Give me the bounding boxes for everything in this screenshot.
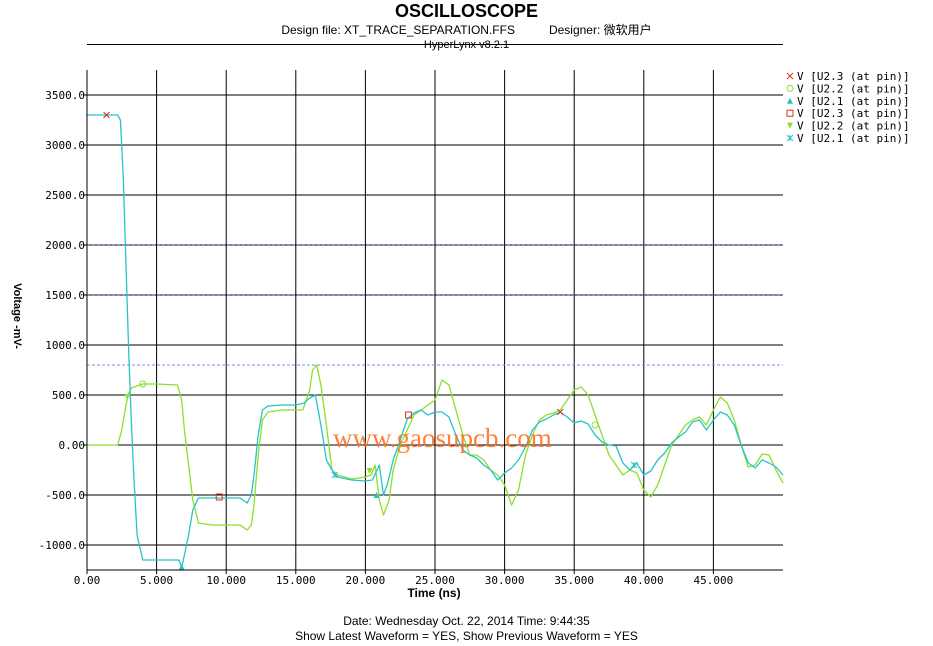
y-tick-label-5: 1000.0 [45, 339, 85, 352]
legend-marker-1 [786, 84, 794, 92]
y-axis-label: Voltage -mV- [11, 283, 23, 349]
tick-labels: 3500.0 3000.0 2500.0 2000.0 1500.0 1000.0 500.… [39, 89, 734, 587]
legend-marker-4 [787, 122, 793, 129]
legend-marker-3 [786, 109, 794, 117]
y-tick-label-1: 3000.0 [45, 139, 85, 152]
data-marker-2 [178, 564, 185, 570]
legend: V [U2.3 (at pin)]V [U2.2 (at pin)]V [U2.… [786, 70, 910, 145]
data-marker-10 [630, 461, 638, 469]
legend-marker-2 [787, 97, 793, 104]
data-marker-7 [591, 421, 599, 429]
legend-marker-0 [786, 72, 794, 80]
x-tick-label-4: 20.000 [346, 574, 386, 587]
x-tick-label-0: 0.00 [74, 574, 101, 587]
y-tick-label-4: 1500.0 [45, 289, 85, 302]
y-tick-label-7: 0.00 [59, 439, 86, 452]
legend-label-0: V [U2.3 (at pin)] [797, 70, 910, 83]
y-tick-label-8: -500.0 [45, 489, 85, 502]
x-tick-label-3: 15.000 [276, 574, 316, 587]
legend-label-2: V [U2.1 (at pin)] [797, 95, 910, 108]
oscilloscope-plot: 3500.0 3000.0 2500.0 2000.0 1500.0 1000.0 500.… [11, 70, 910, 600]
x-tick-label-6: 30.000 [485, 574, 525, 587]
y-tick-label-2: 2500.0 [45, 189, 85, 202]
footer-waveform-flags: Show Latest Waveform = YES, Show Previou… [295, 629, 638, 643]
footer-date: Date: Wednesday Oct. 22, 2014 Time: 9:44… [343, 614, 590, 628]
legend-label-3: V [U2.3 (at pin)] [797, 107, 910, 120]
data-marker-4 [124, 394, 131, 400]
waveform-markers [103, 111, 638, 570]
x-tick-label-9: 45.000 [694, 574, 734, 587]
axes [83, 70, 783, 574]
y-tick-label-3: 2000.0 [45, 239, 85, 252]
x-axis-label: Time (ns) [407, 586, 460, 600]
watermark: www.gaosupcb.com [333, 423, 552, 453]
x-tick-label-1: 5.000 [140, 574, 173, 587]
legend-label-1: V [U2.2 (at pin)] [797, 82, 910, 95]
legend-label-4: V [U2.2 (at pin)] [797, 120, 910, 133]
legend-label-5: V [U2.1 (at pin)] [797, 132, 910, 145]
x-tick-label-2: 10.000 [206, 574, 246, 587]
plot-grid [87, 70, 783, 570]
y-tick-label-6: 500.0 [52, 389, 85, 402]
x-tick-label-8: 40.000 [624, 574, 664, 587]
x-tick-label-7: 35.000 [554, 574, 594, 587]
y-tick-label-9: -1000.0 [39, 539, 85, 552]
legend-marker-5 [786, 134, 794, 142]
y-tick-label-0: 3500.0 [45, 89, 85, 102]
